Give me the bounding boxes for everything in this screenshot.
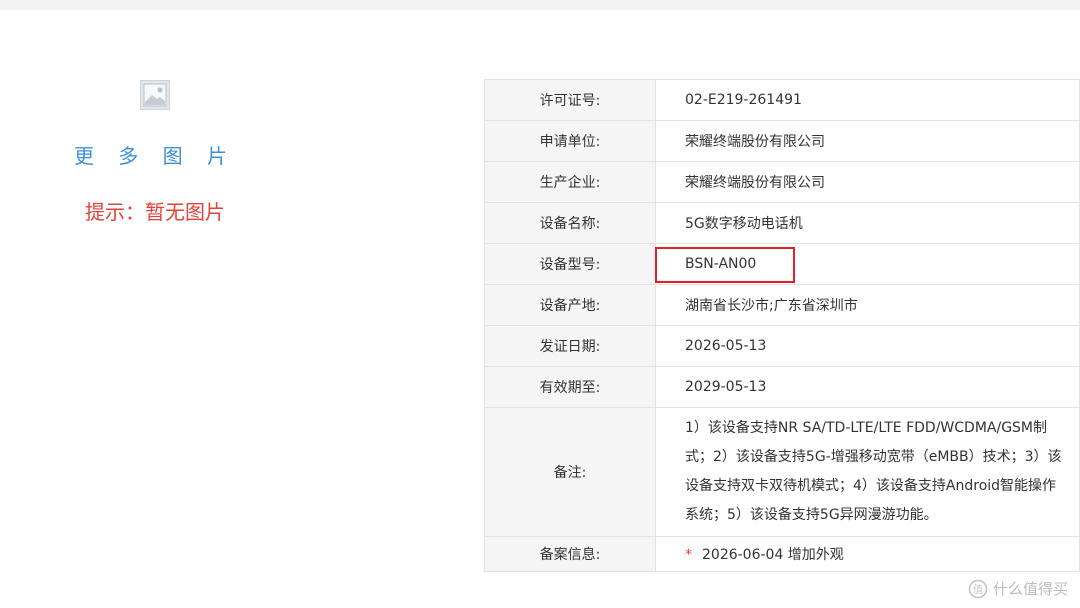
- device-model-value: BSN-AN00: [655, 243, 1080, 285]
- remark-value: 1）该设备支持NR SA/TD-LTE/LTE FDD/WCDMA/GSM制式；…: [685, 420, 1062, 523]
- no-image-hint: 提示：暂无图片: [85, 200, 225, 224]
- table-row: 发证日期: 2026-05-13: [484, 325, 1080, 367]
- device-model-label: 设备型号:: [484, 243, 656, 285]
- svg-text:值: 值: [973, 583, 983, 596]
- table-row: 生产企业: 荣耀终端股份有限公司: [484, 161, 1080, 203]
- device-name-value: 5G数字移动电话机: [655, 202, 1080, 244]
- more-images-link[interactable]: 更 多 图 片: [0, 140, 310, 169]
- table-row: 许可证号: 02-E219-261491: [484, 79, 1080, 121]
- manufacturer-label: 生产企业:: [484, 161, 656, 203]
- device-info-table: 许可证号: 02-E219-261491 申请单位: 荣耀终端股份有限公司 生产…: [484, 79, 1080, 572]
- origin-label: 设备产地:: [484, 284, 656, 326]
- table-row: 备注: 1）该设备支持NR SA/TD-LTE/LTE FDD/WCDMA/GS…: [484, 407, 1080, 537]
- table-row: 备案信息: * 2026-06-04 增加外观: [484, 536, 1080, 572]
- issue-date-value: 2026-05-13: [655, 325, 1080, 367]
- table-row: 有效期至: 2029-05-13: [484, 366, 1080, 408]
- license-number-label: 许可证号:: [484, 79, 656, 121]
- watermark-text: 什么值得买: [992, 580, 1068, 598]
- manufacturer-value: 荣耀终端股份有限公司: [655, 161, 1080, 203]
- valid-until-value: 2029-05-13: [655, 366, 1080, 408]
- asterisk-mark: *: [685, 547, 692, 563]
- license-number-value: 02-E219-261491: [655, 79, 1080, 121]
- image-placeholder-icon: [140, 80, 170, 110]
- device-name-label: 设备名称:: [484, 202, 656, 244]
- record-label: 备案信息:: [484, 536, 656, 572]
- table-row: 设备名称: 5G数字移动电话机: [484, 202, 1080, 244]
- remark-cell: 1）该设备支持NR SA/TD-LTE/LTE FDD/WCDMA/GSM制式；…: [655, 407, 1080, 537]
- issue-date-label: 发证日期:: [484, 325, 656, 367]
- applicant-value: 荣耀终端股份有限公司: [655, 120, 1080, 162]
- image-gallery-panel: 更 多 图 片 提示：暂无图片: [0, 0, 310, 608]
- smzdm-logo-icon: 值: [968, 579, 988, 599]
- remark-label: 备注:: [484, 407, 656, 537]
- table-row: 申请单位: 荣耀终端股份有限公司: [484, 120, 1080, 162]
- applicant-label: 申请单位:: [484, 120, 656, 162]
- table-row: 设备型号: BSN-AN00: [484, 243, 1080, 285]
- watermark: 值 什么值得买: [968, 578, 1068, 599]
- table-row: 设备产地: 湖南省长沙市;广东省深圳市: [484, 284, 1080, 326]
- origin-value: 湖南省长沙市;广东省深圳市: [655, 284, 1080, 326]
- valid-until-label: 有效期至:: [484, 366, 656, 408]
- record-value: 2026-06-04 增加外观: [702, 547, 844, 563]
- record-cell: * 2026-06-04 增加外观: [655, 536, 1080, 572]
